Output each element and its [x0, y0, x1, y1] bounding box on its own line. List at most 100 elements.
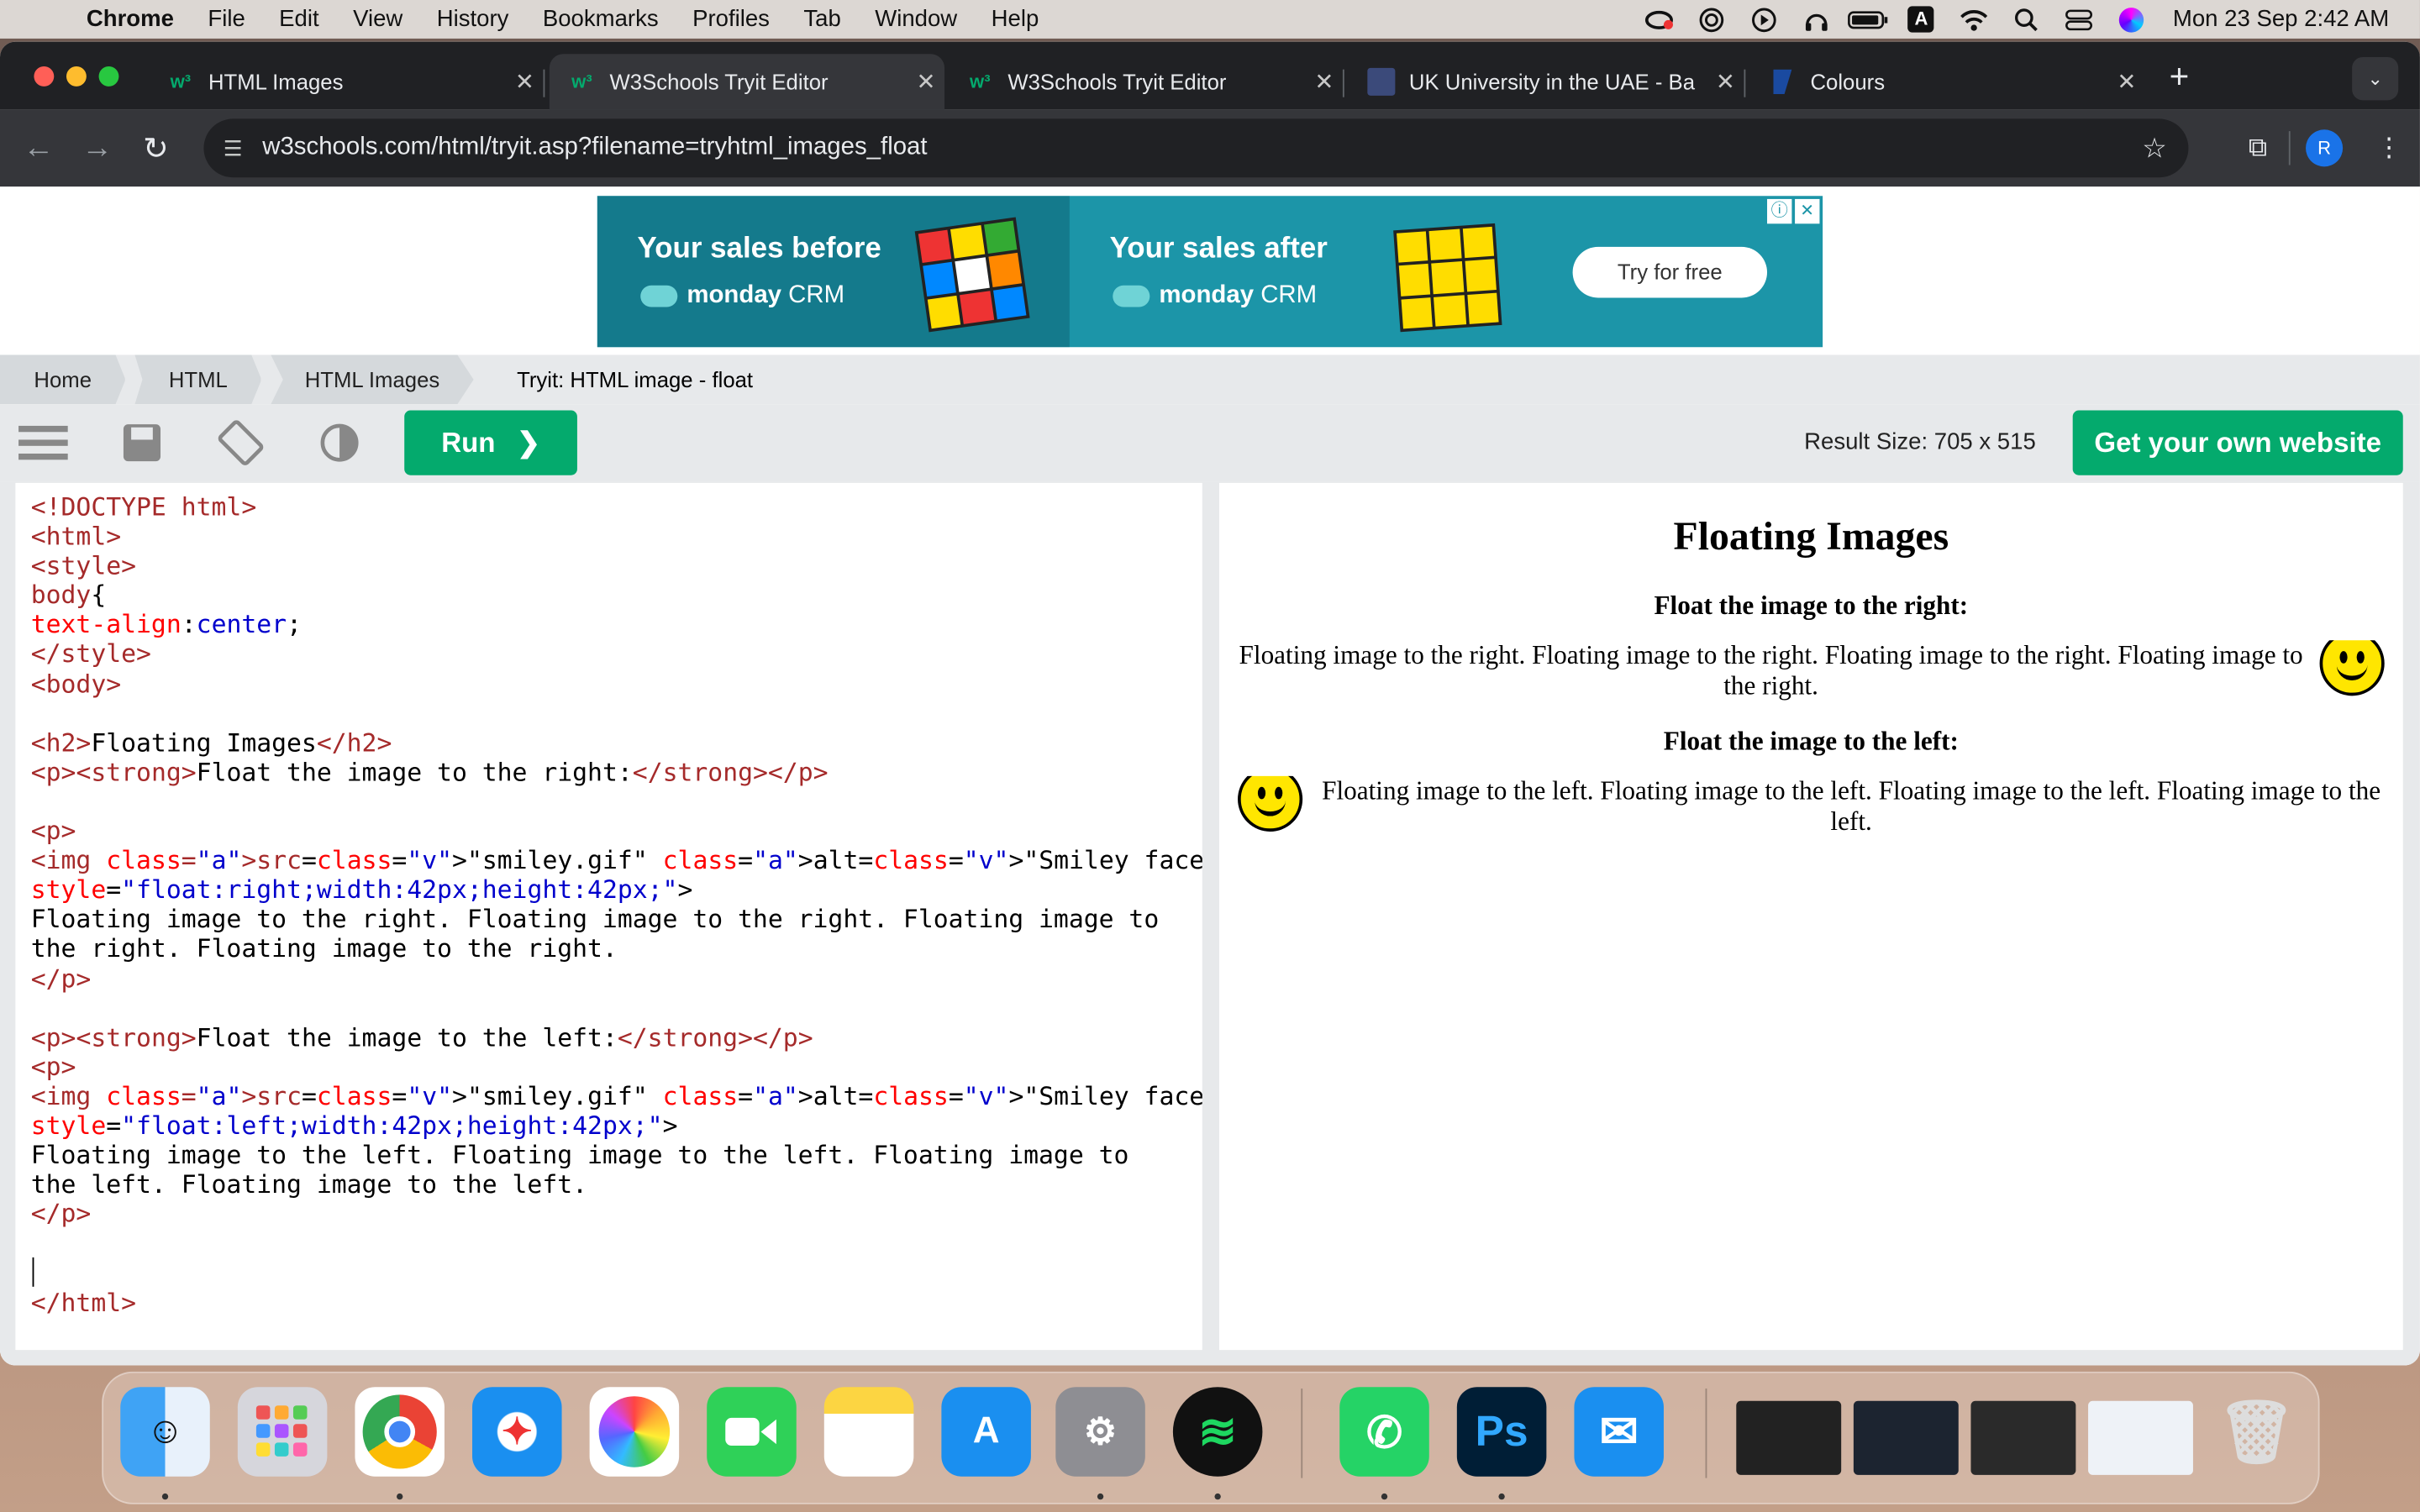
code-line[interactable]: [31, 698, 1187, 727]
code-line[interactable]: text-align:center;: [31, 610, 1187, 639]
extensions-puzzle-icon[interactable]: ⧉: [2227, 133, 2288, 164]
more-menu-icon[interactable]: ⋮: [2358, 133, 2419, 164]
rotate-layout-icon[interactable]: [192, 404, 291, 481]
menu-file[interactable]: File: [191, 6, 262, 32]
headphones-icon[interactable]: [1790, 0, 1842, 39]
minimize-window-button[interactable]: [66, 66, 87, 87]
code-line[interactable]: <p><strong>Float the image to the left:<…: [31, 1022, 1187, 1052]
minimized-window-thumbnail[interactable]: [2088, 1400, 2193, 1475]
tab-tryit-editor-active[interactable]: w³ W3Schools Tryit Editor ✕: [549, 54, 945, 110]
menu-tab[interactable]: Tab: [786, 6, 858, 32]
breadcrumb-html[interactable]: HTML: [134, 354, 262, 405]
save-icon[interactable]: [92, 404, 192, 481]
close-tab-icon[interactable]: ✕: [1306, 68, 1343, 96]
code-line[interactable]: [31, 1257, 1187, 1288]
close-tab-icon[interactable]: ✕: [506, 68, 543, 96]
safari-compass-icon[interactable]: ✦: [472, 1387, 562, 1477]
menu-view[interactable]: View: [336, 6, 420, 32]
dark-mode-contrast-icon[interactable]: [290, 404, 389, 481]
tab-search-chevron-icon[interactable]: ⌄: [2352, 56, 2399, 101]
code-editor[interactable]: <!DOCTYPE html> <html> <style> body{text-al…: [15, 482, 1202, 1351]
code-line[interactable]: [31, 1229, 1187, 1258]
reload-icon[interactable]: ↻: [127, 118, 186, 177]
ad-banner[interactable]: Your sales before monday CRM Your sales …: [597, 196, 1823, 348]
code-line[interactable]: <!DOCTYPE html>: [31, 492, 1187, 522]
close-tab-icon[interactable]: ✕: [1707, 68, 1744, 96]
play-icon[interactable]: [1738, 0, 1790, 39]
control-center-icon[interactable]: [2053, 0, 2105, 39]
system-settings-gear-icon[interactable]: ⚙: [1055, 1387, 1145, 1477]
tab-tryit-editor[interactable]: w³ W3Schools Tryit Editor ✕: [948, 54, 1344, 109]
breadcrumb-html-images[interactable]: HTML Images: [271, 354, 474, 405]
code-line[interactable]: <p><strong>Float the image to the right:…: [31, 758, 1187, 787]
code-line[interactable]: </p>: [31, 1200, 1187, 1229]
get-your-own-website-button[interactable]: Get your own website: [2072, 410, 2403, 475]
code-line[interactable]: the right. Floating image to the right.: [31, 934, 1187, 963]
airdrop-icon[interactable]: [1686, 0, 1738, 39]
code-line[interactable]: <p>: [31, 816, 1187, 846]
app-menu[interactable]: Chrome: [87, 6, 191, 32]
breadcrumb-home[interactable]: Home: [0, 354, 126, 405]
ad-close-icon[interactable]: ✕: [1795, 198, 1820, 224]
code-line[interactable]: <style>: [31, 551, 1187, 580]
app-store-icon[interactable]: A: [941, 1387, 1031, 1477]
site-settings-icon[interactable]: ☰: [203, 135, 262, 161]
spotify-icon[interactable]: ≋: [1172, 1387, 1263, 1477]
code-line[interactable]: style="float:right;width:42px;height:42p…: [31, 875, 1187, 905]
wifi-icon[interactable]: [1948, 0, 2000, 39]
code-line[interactable]: <h2>Floating Images</h2>: [31, 727, 1187, 757]
tab-html-images[interactable]: w³ HTML Images ✕: [148, 54, 545, 109]
code-line[interactable]: </style>: [31, 639, 1187, 669]
code-line[interactable]: </p>: [31, 963, 1187, 993]
menu-hamburger-icon[interactable]: [0, 404, 92, 481]
back-arrow-icon[interactable]: ←: [9, 118, 68, 177]
code-line[interactable]: </html>: [31, 1288, 1187, 1317]
mail-icon[interactable]: ✉: [1574, 1387, 1664, 1477]
creative-cloud-icon[interactable]: [1633, 0, 1685, 39]
zoom-window-button[interactable]: [98, 66, 119, 87]
siri-icon[interactable]: [2105, 0, 2157, 39]
menu-edit[interactable]: Edit: [262, 6, 336, 32]
notes-icon[interactable]: [823, 1387, 914, 1477]
battery-icon[interactable]: [1843, 0, 1895, 39]
code-line[interactable]: [31, 993, 1187, 1022]
finder-icon[interactable]: ☺: [120, 1387, 210, 1477]
code-line[interactable]: Floating image to the right. Floating im…: [31, 905, 1187, 934]
launchpad-icon[interactable]: [237, 1387, 328, 1477]
close-window-button[interactable]: [34, 66, 55, 87]
code-line[interactable]: <html>: [31, 522, 1187, 551]
code-line[interactable]: the left. Floating image to the left.: [31, 1170, 1187, 1200]
google-chrome-icon[interactable]: [355, 1387, 445, 1477]
new-tab-icon[interactable]: +: [2158, 57, 2201, 100]
menu-window[interactable]: Window: [858, 6, 974, 32]
menu-profiles[interactable]: Profiles: [676, 6, 786, 32]
tab-uk-university[interactable]: UK University in the UAE - Ba ✕: [1349, 54, 1746, 109]
photos-icon[interactable]: [589, 1387, 680, 1477]
ad-info-icon[interactable]: ⓘ: [1767, 198, 1792, 224]
menu-help[interactable]: Help: [974, 6, 1055, 32]
code-line[interactable]: style="float:left;width:42px;height:42px…: [31, 1110, 1187, 1140]
bookmark-star-icon[interactable]: ☆: [2121, 132, 2189, 165]
ad-try-free-button[interactable]: Try for free: [1572, 246, 1768, 298]
code-line[interactable]: <body>: [31, 669, 1187, 698]
run-button[interactable]: Run ❯: [404, 410, 577, 475]
address-bar[interactable]: ☰ w3schools.com/html/tryit.asp?filename=…: [203, 118, 2189, 178]
code-line[interactable]: body{: [31, 580, 1187, 610]
code-line[interactable]: <img class="a">src=class="v">"smiley.gif…: [31, 1081, 1202, 1110]
menu-history[interactable]: History: [420, 6, 526, 32]
close-tab-icon[interactable]: ✕: [908, 68, 944, 96]
whatsapp-icon[interactable]: ✆: [1339, 1387, 1429, 1477]
profile-avatar[interactable]: R: [2306, 129, 2344, 167]
trash-icon[interactable]: 🗑: [2212, 1387, 2302, 1477]
facetime-video-icon[interactable]: [707, 1387, 797, 1477]
input-source-icon[interactable]: A: [1895, 0, 1947, 39]
tab-colours[interactable]: Colours ✕: [1750, 54, 2145, 109]
spotlight-icon[interactable]: [2000, 0, 2052, 39]
address-url[interactable]: w3schools.com/html/tryit.asp?filename=tr…: [262, 134, 927, 162]
code-line[interactable]: <p>: [31, 1052, 1187, 1081]
forward-arrow-icon[interactable]: →: [68, 118, 127, 177]
menu-bookmarks[interactable]: Bookmarks: [526, 6, 676, 32]
result-frame[interactable]: Floating Images Float the image to the r…: [1218, 482, 2403, 1351]
photoshop-icon[interactable]: Ps: [1456, 1387, 1547, 1477]
code-line[interactable]: <img class="a">src=class="v">"smiley.gif…: [31, 846, 1202, 875]
